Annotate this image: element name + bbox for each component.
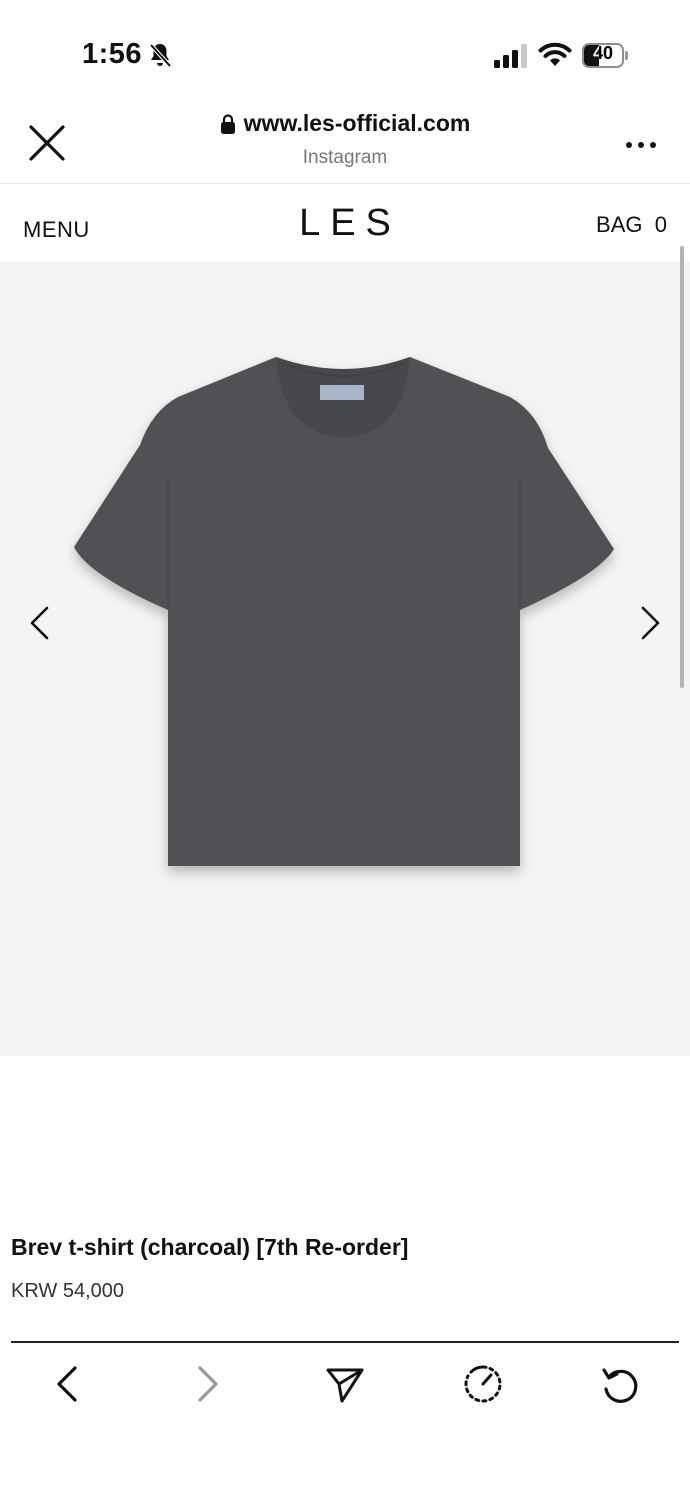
share-icon[interactable]: [325, 1364, 365, 1404]
timer-icon[interactable]: [463, 1364, 503, 1404]
signal-icon: [494, 44, 527, 68]
page-url: www.les-official.com: [243, 110, 471, 136]
site-header: MENU LES BAG 0: [0, 184, 690, 261]
product-price: KRW 54,000: [11, 1280, 125, 1302]
status-time: 1:56: [82, 38, 143, 70]
reload-icon[interactable]: [600, 1364, 640, 1404]
forward-icon[interactable]: [187, 1364, 227, 1404]
wifi-icon: [538, 42, 572, 66]
close-icon[interactable]: [26, 122, 68, 164]
divider: [11, 1341, 679, 1343]
scrollbar[interactable]: [680, 246, 684, 688]
chevron-left-icon[interactable]: [27, 605, 53, 641]
battery-level: 40: [592, 43, 614, 63]
lock-icon: [220, 113, 235, 134]
product-name: Brev t-shirt (charcoal) [7th Re-order]: [11, 1234, 409, 1260]
bell-slash-icon: [149, 43, 172, 68]
browser-header: www.les-official.com Instagram: [0, 100, 690, 184]
battery-indicator: 40: [582, 43, 628, 68]
more-icon[interactable]: [624, 140, 658, 150]
site-logo[interactable]: LES: [0, 202, 690, 245]
back-icon[interactable]: [48, 1364, 88, 1404]
bag-count: 0: [654, 212, 667, 237]
chevron-right-icon[interactable]: [637, 605, 663, 641]
product-gallery[interactable]: [0, 261, 690, 1056]
bag-button[interactable]: BAG 0: [596, 212, 667, 238]
url-bar[interactable]: www.les-official.com Instagram: [140, 110, 550, 169]
bag-label: BAG: [596, 212, 643, 237]
source-label: Instagram: [302, 146, 388, 168]
product-image: [74, 357, 614, 866]
status-bar: 1:56 40: [0, 0, 690, 100]
browser-toolbar: [0, 1350, 690, 1430]
